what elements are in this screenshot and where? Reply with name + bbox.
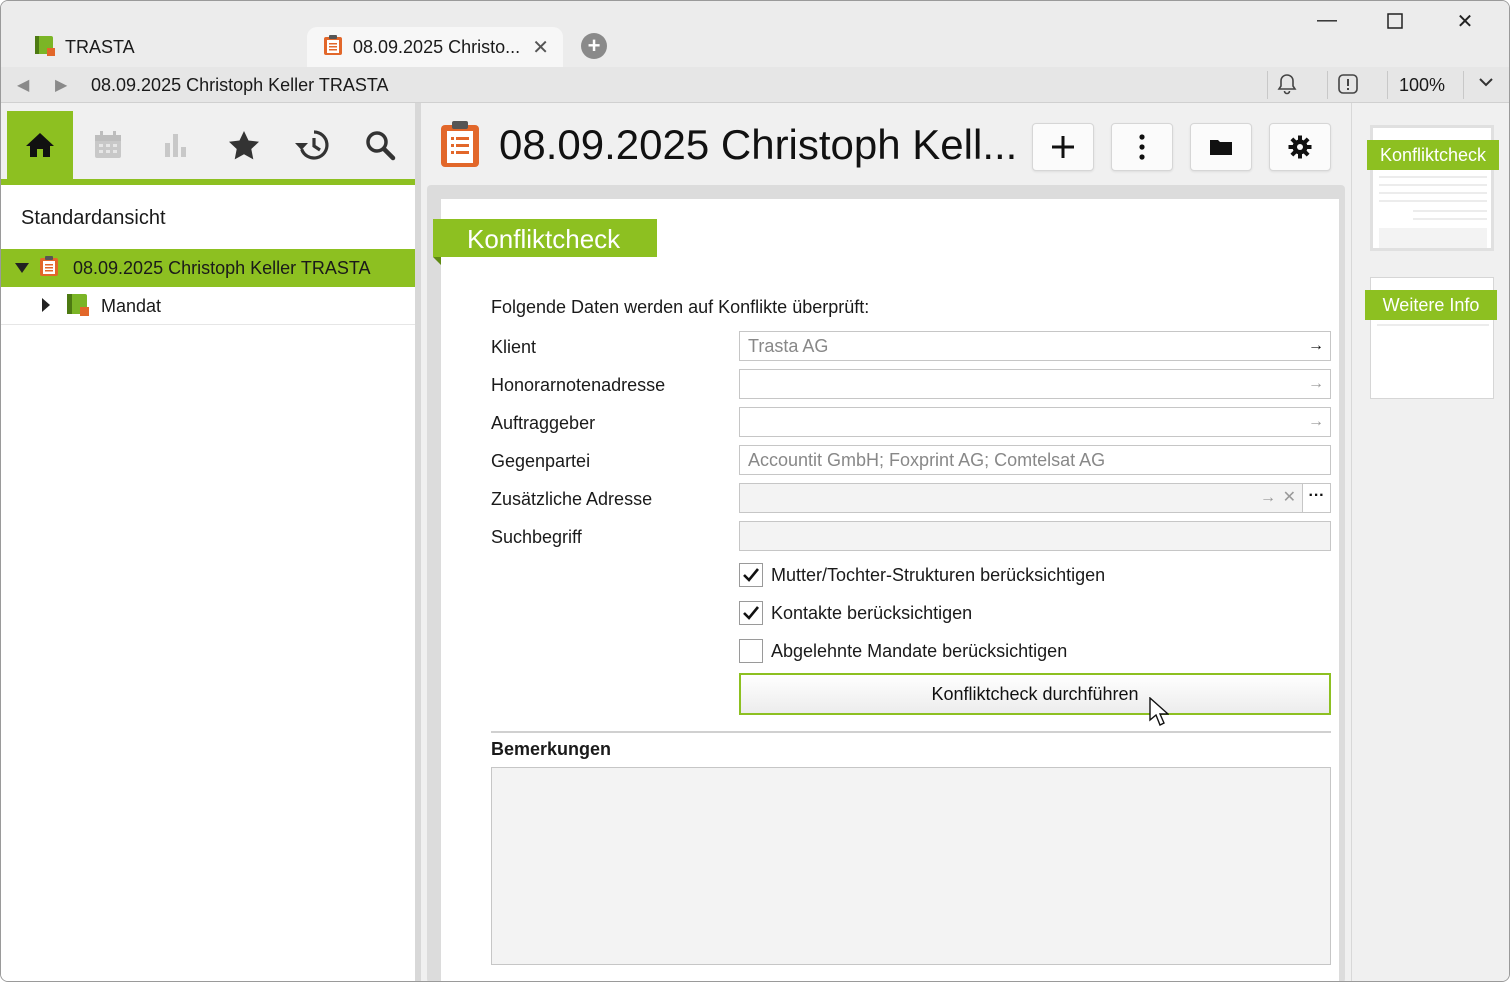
- arrow-right-icon[interactable]: →: [1308, 332, 1324, 360]
- checkbox-checked[interactable]: [739, 601, 763, 625]
- tree-item-record[interactable]: 08.09.2025 Christoph Keller TRASTA: [1, 249, 415, 287]
- checkbox-checked[interactable]: [739, 563, 763, 587]
- navigator-label: Konfliktcheck: [1367, 140, 1499, 170]
- tree-item-label: 08.09.2025 Christoph Keller TRASTA: [73, 257, 371, 278]
- field-label: Gegenpartei: [491, 451, 591, 471]
- star-icon: [229, 131, 259, 160]
- plus-icon: [1052, 136, 1074, 158]
- folder-button[interactable]: [1190, 123, 1252, 171]
- clipboard-icon: [323, 34, 343, 61]
- konfliktcheck-card: Konfliktcheck Folgende Daten werden auf …: [433, 199, 1339, 981]
- calendar-button[interactable]: [75, 111, 141, 179]
- remarks-label: Bemerkungen: [491, 739, 612, 759]
- tab-record[interactable]: 08.09.2025 Christo... ✕: [307, 27, 563, 67]
- search-button[interactable]: [347, 111, 413, 179]
- page-title: 08.09.2025 Christoph Kell...: [499, 121, 1018, 168]
- arrow-right-icon[interactable]: →: [1308, 370, 1324, 398]
- triangle-down-icon[interactable]: [15, 258, 29, 279]
- minimize-icon[interactable]: —: [1307, 9, 1347, 32]
- statistics-button[interactable]: [143, 111, 209, 179]
- clipboard-icon: [439, 119, 481, 174]
- checkbox-kontakte[interactable]: Kontakte berücksichtigen: [739, 601, 972, 625]
- triangle-right-icon[interactable]: [41, 296, 51, 317]
- favorites-button[interactable]: [211, 111, 277, 179]
- main-area: 08.09.2025 Christoph Kell... Konfliktche…: [421, 103, 1351, 981]
- navigator-item-weitere-info[interactable]: Weitere Info: [1365, 277, 1497, 399]
- forward-icon[interactable]: ▶: [55, 75, 67, 95]
- address-text: 08.09.2025 Christoph Keller TRASTA: [91, 75, 389, 95]
- zoom-level[interactable]: 100%: [1399, 75, 1445, 96]
- navigator-label: Weitere Info: [1365, 290, 1497, 320]
- field-label: Honorarnotenadresse: [491, 375, 666, 395]
- alert-icon[interactable]: [1337, 73, 1359, 100]
- chevron-down-icon[interactable]: [1477, 73, 1495, 96]
- field-label: Auftraggeber: [491, 413, 596, 433]
- intro-text: Folgende Daten werden auf Konflikte über…: [491, 297, 870, 317]
- left-panel: Standardansicht 08.09.2025 Christoph Kel…: [1, 103, 415, 981]
- section-title: Konfliktcheck: [433, 219, 657, 265]
- divider: [491, 731, 1331, 733]
- field-label: Suchbegriff: [491, 527, 582, 547]
- checkbox-unchecked[interactable]: [739, 639, 763, 663]
- content-frame: Konfliktcheck Folgende Daten werden auf …: [427, 185, 1345, 981]
- bell-icon[interactable]: [1277, 73, 1297, 100]
- home-button[interactable]: [7, 111, 73, 179]
- left-toolbar: [1, 103, 415, 185]
- settings-button[interactable]: [1269, 123, 1331, 171]
- folder-icon: [1210, 140, 1232, 155]
- checkbox-label: Kontakte berücksichtigen: [771, 602, 973, 623]
- more-button[interactable]: [1111, 123, 1173, 171]
- gear-icon: [1288, 135, 1312, 159]
- checkbox-mutter-tochter[interactable]: Mutter/Tochter-Strukturen berücksichtige…: [739, 563, 1105, 587]
- navigator-item-konfliktcheck[interactable]: Konfliktcheck: [1367, 125, 1499, 251]
- clear-icon[interactable]: ✕: [1283, 484, 1296, 512]
- clipboard-icon: [39, 255, 59, 282]
- address-bar: ◀ ▶ 08.09.2025 Christoph Keller TRASTA 1…: [1, 67, 1509, 103]
- field-label: Zusätzliche Adresse: [491, 489, 653, 509]
- tab-trasta[interactable]: TRASTA: [21, 27, 291, 67]
- calendar-icon: [95, 131, 121, 158]
- home-icon: [26, 133, 54, 157]
- gegenpartei-input[interactable]: Accountit GmbH; Foxprint AG; Comtelsat A…: [739, 445, 1331, 475]
- maximize-icon[interactable]: [1375, 9, 1415, 35]
- run-conflict-check-button[interactable]: Konfliktcheck durchführen: [739, 673, 1331, 715]
- auftraggeber-input[interactable]: →: [739, 407, 1331, 437]
- book-icon: [33, 34, 55, 61]
- more-horizontal-icon[interactable]: ···: [1302, 484, 1330, 512]
- title-bar: TRASTA 08.09.2025 Christo... ✕ + — ✕: [1, 1, 1509, 67]
- bar-chart-icon: [165, 134, 186, 157]
- tab-label: 08.09.2025 Christo...: [353, 36, 521, 57]
- mouse-cursor-icon: [1149, 696, 1170, 732]
- field-label: Klient: [491, 337, 537, 357]
- zusaetzliche-adresse-input[interactable]: → ✕ ···: [739, 483, 1331, 513]
- close-window-icon[interactable]: ✕: [1445, 9, 1485, 34]
- tree-item-mandat[interactable]: Mandat: [1, 289, 415, 325]
- history-icon: [295, 130, 329, 160]
- history-button[interactable]: [279, 111, 345, 179]
- remarks-textarea[interactable]: [491, 767, 1331, 965]
- view-label: Standardansicht: [21, 207, 166, 229]
- section-navigator: Konfliktcheck Weitere Info: [1351, 103, 1509, 981]
- back-icon[interactable]: ◀: [17, 75, 29, 95]
- suchbegriff-input[interactable]: [739, 521, 1331, 551]
- close-tab-icon[interactable]: ✕: [532, 35, 549, 60]
- new-tab-icon[interactable]: +: [581, 33, 607, 59]
- arrow-right-icon[interactable]: →: [1260, 484, 1276, 512]
- book-icon: [65, 292, 89, 321]
- tab-label: TRASTA: [65, 36, 135, 57]
- more-vertical-icon: [1139, 134, 1145, 160]
- search-icon: [366, 131, 396, 161]
- app-window: TRASTA 08.09.2025 Christo... ✕ + — ✕ ◀ ▶…: [0, 0, 1510, 982]
- tree-item-label: Mandat: [101, 296, 162, 316]
- checkbox-label: Abgelehnte Mandate berücksichtigen: [771, 640, 1068, 661]
- checkbox-label: Mutter/Tochter-Strukturen berücksichtige…: [771, 564, 1106, 585]
- honorarnotenadresse-input[interactable]: →: [739, 369, 1331, 399]
- klient-input[interactable]: Trasta AG →: [739, 331, 1331, 361]
- add-button[interactable]: [1032, 123, 1094, 171]
- checkbox-abgelehnte-mandate[interactable]: Abgelehnte Mandate berücksichtigen: [739, 639, 1067, 663]
- arrow-right-icon[interactable]: →: [1308, 408, 1324, 436]
